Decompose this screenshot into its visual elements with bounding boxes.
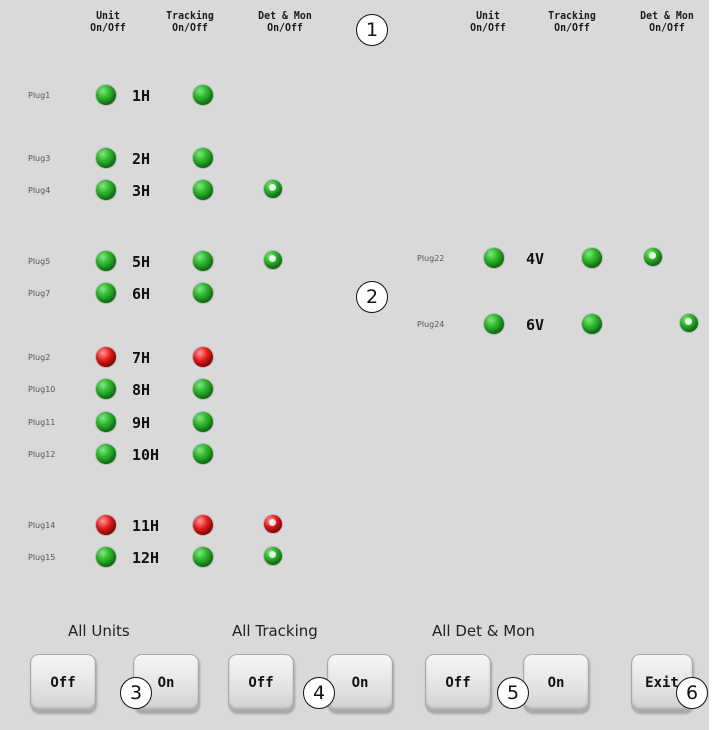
header-detmon-left: Det & Mon On/Off	[258, 9, 312, 34]
tracking-status-indicator[interactable]	[193, 180, 213, 200]
status-row: Plug15 12H	[0, 546, 330, 570]
tracking-status-indicator[interactable]	[193, 379, 213, 399]
detmon-status-indicator[interactable]	[264, 547, 282, 565]
unit-status-indicator[interactable]	[96, 379, 116, 399]
channel-code: 11H	[132, 517, 160, 535]
unit-status-indicator[interactable]	[96, 180, 116, 200]
unit-status-indicator[interactable]	[96, 547, 116, 567]
unit-status-indicator[interactable]	[484, 314, 504, 334]
plug-label: Plug24	[417, 320, 445, 329]
plug-label: Plug15	[28, 553, 56, 562]
status-row: Plug3 2H	[0, 147, 330, 171]
all-units-off-button[interactable]: Off	[30, 654, 96, 712]
status-row: Plug22 4V	[0, 247, 662, 271]
status-row: Plug12 10H	[0, 443, 330, 467]
header-unit-right: Unit On/Off	[470, 9, 506, 34]
tracking-status-indicator[interactable]	[193, 85, 213, 105]
header-tracking-left: Tracking On/Off	[166, 9, 214, 34]
callout-1: 1	[356, 14, 388, 46]
status-row: Plug2 7H	[0, 346, 330, 370]
plug-label: Plug14	[28, 521, 56, 530]
control-panel: Unit On/Off Tracking On/Off Det & Mon On…	[0, 0, 709, 730]
unit-status-indicator[interactable]	[484, 248, 504, 268]
channel-code: 1H	[132, 87, 151, 105]
plug-label: Plug2	[28, 353, 51, 362]
status-row: Plug24 6V	[0, 313, 698, 337]
status-row: Plug11 9H	[0, 411, 330, 435]
plug-label: Plug11	[28, 418, 56, 427]
channel-code: 2H	[132, 150, 151, 168]
callout-4: 4	[303, 677, 335, 709]
callout-5: 5	[497, 677, 529, 709]
tracking-status-indicator[interactable]	[193, 412, 213, 432]
channel-code: 6V	[526, 316, 545, 334]
plug-label: Plug1	[28, 91, 51, 100]
tracking-status-indicator[interactable]	[193, 547, 213, 567]
status-row: Plug1 1H	[0, 84, 330, 108]
unit-status-indicator[interactable]	[96, 148, 116, 168]
tracking-status-indicator[interactable]	[193, 283, 213, 303]
plug-label: Plug3	[28, 154, 51, 163]
channel-code: 12H	[132, 549, 160, 567]
all-units-label: All Units	[68, 622, 130, 640]
unit-status-indicator[interactable]	[96, 444, 116, 464]
unit-status-indicator[interactable]	[96, 283, 116, 303]
status-row: Plug10 8H	[0, 378, 330, 402]
all-detmon-off-button[interactable]: Off	[425, 654, 491, 712]
tracking-status-indicator[interactable]	[193, 148, 213, 168]
unit-status-indicator[interactable]	[96, 515, 116, 535]
callout-2: 2	[356, 281, 388, 313]
channel-code: 9H	[132, 414, 151, 432]
all-detmon-label: All Det & Mon	[432, 622, 535, 640]
channel-code: 10H	[132, 446, 160, 464]
status-row: Plug4 3H	[0, 179, 330, 203]
channel-code: 6H	[132, 285, 151, 303]
channel-code: 3H	[132, 182, 151, 200]
channel-code: 8H	[132, 381, 151, 399]
detmon-status-indicator[interactable]	[680, 314, 698, 332]
header-tracking-right: Tracking On/Off	[548, 9, 596, 34]
callout-6: 6	[676, 677, 708, 709]
all-tracking-on-button[interactable]: On	[327, 654, 393, 712]
channel-code: 4V	[526, 250, 545, 268]
header-unit-left: Unit On/Off	[90, 9, 126, 34]
plug-label: Plug12	[28, 450, 56, 459]
tracking-status-indicator[interactable]	[582, 314, 602, 334]
all-tracking-label: All Tracking	[232, 622, 318, 640]
status-row: Plug14 11H	[0, 514, 330, 538]
channel-code: 7H	[132, 349, 151, 367]
plug-label: Plug10	[28, 385, 56, 394]
plug-label: Plug4	[28, 186, 51, 195]
tracking-status-indicator[interactable]	[193, 515, 213, 535]
all-detmon-on-button[interactable]: On	[523, 654, 589, 712]
callout-3: 3	[120, 677, 152, 709]
plug-label: Plug22	[417, 254, 445, 263]
all-tracking-off-button[interactable]: Off	[228, 654, 294, 712]
detmon-status-indicator[interactable]	[644, 248, 662, 266]
tracking-status-indicator[interactable]	[193, 347, 213, 367]
detmon-status-indicator[interactable]	[264, 515, 282, 533]
tracking-status-indicator[interactable]	[582, 248, 602, 268]
unit-status-indicator[interactable]	[96, 412, 116, 432]
unit-status-indicator[interactable]	[96, 347, 116, 367]
plug-label: Plug7	[28, 289, 51, 298]
header-detmon-right: Det & Mon On/Off	[640, 9, 694, 34]
unit-status-indicator[interactable]	[96, 85, 116, 105]
detmon-status-indicator[interactable]	[264, 180, 282, 198]
status-row: Plug7 6H	[0, 282, 330, 306]
tracking-status-indicator[interactable]	[193, 444, 213, 464]
